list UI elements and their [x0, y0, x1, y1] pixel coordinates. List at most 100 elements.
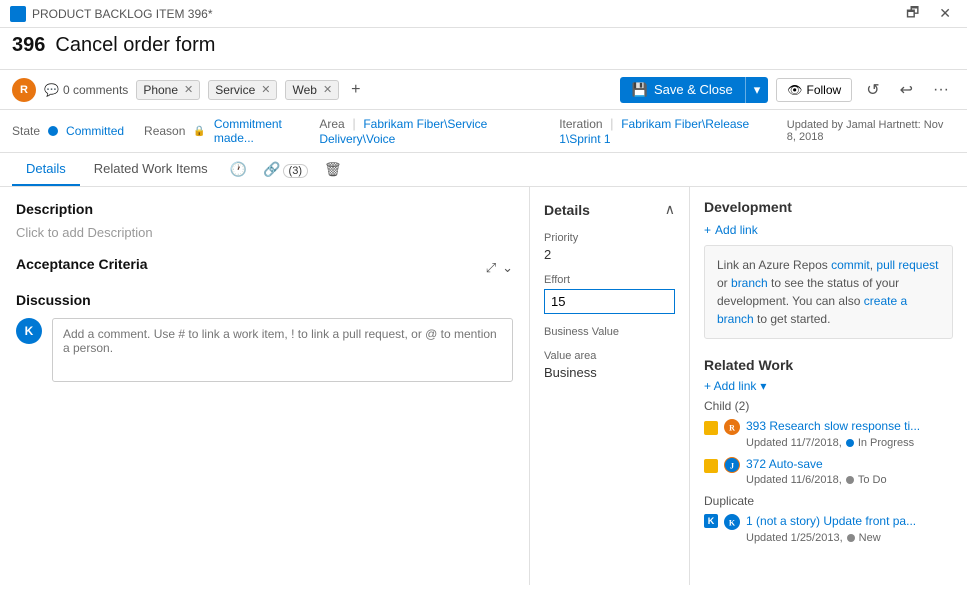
acceptance-icons: ⤢ ⌄ — [486, 260, 513, 276]
state-item: State Committed — [12, 124, 124, 138]
discussion-input[interactable] — [52, 318, 513, 382]
area-group: Area | Fabrikam Fiber\Service Delivery\V… — [319, 116, 529, 146]
area-label: Area — [319, 117, 344, 131]
title-bar-left: PRODUCT BACKLOG ITEM 396* — [10, 6, 213, 22]
dev-info-box: Link an Azure Repos commit, pull request… — [704, 245, 953, 339]
wi-avatar-372: J — [724, 457, 740, 473]
description-placeholder[interactable]: Click to add Description — [16, 225, 513, 240]
save-close-button[interactable]: 💾 Save & Close ▾ — [620, 77, 768, 103]
svg-text:R: R — [729, 424, 735, 433]
area-iteration: Area | Fabrikam Fiber\Service Delivery\V… — [319, 116, 766, 146]
dev-info-text5: to get started. — [754, 312, 831, 326]
close-button[interactable]: ✕ — [933, 2, 957, 26]
related-work-section: Related Work + Add link ▾ Child (2) R 39… — [704, 357, 953, 544]
phone-tag-close[interactable]: ✕ — [184, 83, 193, 96]
links-button[interactable]: 🔗(3) — [255, 155, 316, 184]
wi-avatar-dup: K — [724, 514, 740, 530]
acceptance-title: Acceptance Criteria — [16, 256, 148, 272]
item-title-text: Cancel order form — [55, 34, 215, 57]
effort-label: Effort — [544, 274, 675, 286]
eye-icon: 👁 — [787, 83, 802, 97]
status-dot-372 — [846, 476, 854, 484]
history-button[interactable]: 🕐 — [222, 155, 255, 184]
svg-text:K: K — [729, 519, 736, 528]
item-title: 396 Cancel order form — [12, 34, 955, 57]
add-link-dev-button[interactable]: + Add link — [704, 223, 758, 237]
iteration-label: Iteration — [559, 117, 602, 131]
comments-button[interactable]: 💬 0 comments — [44, 83, 128, 97]
phone-tag-label: Phone — [143, 83, 178, 97]
wi-avatar-393: R — [724, 419, 740, 435]
follow-button[interactable]: 👁 Follow — [776, 78, 852, 102]
commit-link[interactable]: commit — [831, 258, 870, 272]
svg-text:J: J — [730, 461, 734, 470]
title-bar-text: PRODUCT BACKLOG ITEM 396* — [32, 7, 213, 21]
development-title: Development — [704, 199, 953, 215]
restore-button[interactable]: 🗗 — [900, 2, 925, 26]
wi-icon-393 — [704, 421, 718, 435]
wi-info-393: 393 Research slow response ti... Updated… — [746, 419, 953, 449]
left-panel: Description Click to add Description Acc… — [0, 187, 530, 585]
collapse-details-button[interactable]: ∧ — [665, 201, 675, 218]
priority-group: Priority 2 — [544, 232, 675, 262]
service-tag-close[interactable]: ✕ — [261, 83, 270, 96]
main-content: Description Click to add Description Acc… — [0, 187, 967, 585]
wi-meta-372: Updated 11/6/2018, To Do — [746, 474, 953, 486]
web-tag: Web ✕ — [285, 80, 339, 100]
add-tag-button[interactable]: + — [347, 81, 364, 99]
iteration-group: Iteration | Fabrikam Fiber\Release 1\Spr… — [559, 116, 767, 146]
priority-value: 2 — [544, 247, 675, 262]
refresh-button[interactable]: ↺ — [860, 76, 885, 104]
wi-meta-393: Updated 11/7/2018, In Progress — [746, 437, 953, 449]
save-close-main[interactable]: 💾 Save & Close — [620, 77, 745, 103]
add-link-related-button[interactable]: + Add link ▾ — [704, 379, 766, 393]
details-title: Details — [544, 202, 590, 218]
wi-title-393[interactable]: 393 Research slow response ti... — [746, 419, 953, 435]
web-tag-label: Web — [292, 83, 316, 97]
state-value[interactable]: Committed — [66, 124, 124, 138]
save-close-label: Save & Close — [654, 82, 733, 97]
trash-button[interactable]: 🗑 — [316, 155, 350, 184]
wi-info-372: 372 Auto-save Updated 11/6/2018, To Do — [746, 457, 953, 487]
expand-icon[interactable]: ⤢ — [486, 260, 496, 276]
discussion-section: Discussion K — [16, 292, 513, 382]
branch-link[interactable]: branch — [731, 276, 768, 290]
state-bar: State Committed Reason 🔒 Commitment made… — [0, 110, 967, 153]
duplicate-label: Duplicate — [704, 494, 953, 508]
wi-title-372[interactable]: 372 Auto-save — [746, 457, 953, 473]
save-close-dropdown[interactable]: ▾ — [745, 77, 769, 103]
details-panel: Details ∧ Priority 2 Effort Business Val… — [530, 187, 690, 585]
undo-button[interactable]: ↩ — [894, 76, 919, 104]
tab-related[interactable]: Related Work Items — [80, 153, 222, 186]
plus-icon: + — [704, 223, 711, 237]
business-value-group: Business Value — [544, 326, 675, 338]
collapse-icon[interactable]: ⌄ — [502, 260, 513, 276]
service-tag: Service ✕ — [208, 80, 277, 100]
discussion-row: K — [16, 318, 513, 382]
dev-info-text1: Link an Azure Repos — [717, 258, 831, 272]
tab-details[interactable]: Details — [12, 153, 80, 186]
title-bar: PRODUCT BACKLOG ITEM 396* 🗗 ✕ — [0, 0, 967, 28]
header: 396 Cancel order form — [0, 28, 967, 70]
area-value[interactable]: Fabrikam Fiber\Service Delivery\Voice — [319, 117, 487, 146]
follow-label: Follow — [807, 83, 842, 97]
pull-request-link[interactable]: pull request — [876, 258, 938, 272]
phone-tag: Phone ✕ — [136, 80, 200, 100]
links-badge: (3) — [283, 164, 308, 178]
web-tag-close[interactable]: ✕ — [323, 83, 332, 96]
more-button[interactable]: ··· — [927, 77, 955, 103]
effort-input[interactable] — [544, 289, 675, 314]
reason-value[interactable]: Commitment made... — [214, 117, 299, 145]
development-section: Development + Add link Link an Azure Rep… — [704, 199, 953, 339]
dev-info-text3: or — [717, 276, 731, 290]
lock-icon: 🔒 — [193, 126, 205, 137]
discussion-title: Discussion — [16, 292, 513, 308]
details-header: Details ∧ — [544, 201, 675, 218]
wi-info-dup: 1 (not a story) Update front pa... Updat… — [746, 514, 953, 544]
save-icon: 💾 — [632, 82, 648, 98]
value-area-value: Business — [544, 365, 675, 380]
wi-title-dup[interactable]: 1 (not a story) Update front pa... — [746, 514, 953, 530]
dropdown-arrow: ▾ — [760, 379, 766, 393]
wi-icon-dup: K — [704, 514, 718, 528]
service-tag-label: Service — [215, 83, 255, 97]
